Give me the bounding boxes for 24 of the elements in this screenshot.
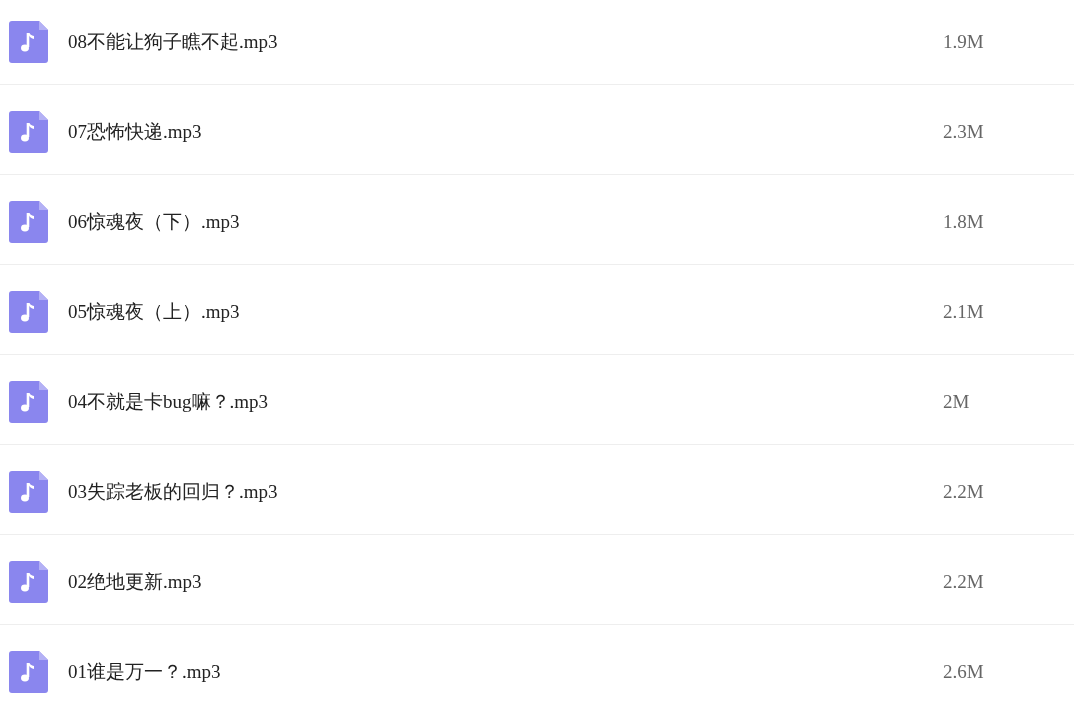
- file-size: 2.2M: [943, 481, 984, 503]
- file-name[interactable]: 04不就是卡bug嘛？.mp3: [68, 389, 943, 415]
- file-name[interactable]: 02绝地更新.mp3: [68, 569, 943, 595]
- music-file-icon: [9, 561, 48, 603]
- file-name[interactable]: 06惊魂夜（下）.mp3: [68, 209, 943, 235]
- file-size: 1.9M: [943, 31, 984, 53]
- file-name[interactable]: 05惊魂夜（上）.mp3: [68, 299, 943, 325]
- file-size: 2.3M: [943, 121, 984, 143]
- file-name[interactable]: 07恐怖快递.mp3: [68, 119, 943, 145]
- file-size: 2.1M: [943, 301, 984, 323]
- music-file-icon: [9, 201, 48, 243]
- file-size: 2.6M: [943, 661, 984, 683]
- file-name[interactable]: 03失踪老板的回归？.mp3: [68, 479, 943, 505]
- music-file-icon: [9, 21, 48, 63]
- music-file-icon: [9, 381, 48, 423]
- file-size: 1.8M: [943, 211, 984, 233]
- music-file-icon: [9, 471, 48, 513]
- file-name[interactable]: 01谁是万一？.mp3: [68, 659, 943, 685]
- file-size: 2M: [943, 391, 970, 413]
- music-file-icon: [9, 111, 48, 153]
- file-size: 2.2M: [943, 571, 984, 593]
- music-file-icon: [9, 291, 48, 333]
- music-file-icon: [9, 651, 48, 693]
- file-name[interactable]: 08不能让狗子瞧不起.mp3: [68, 29, 943, 55]
